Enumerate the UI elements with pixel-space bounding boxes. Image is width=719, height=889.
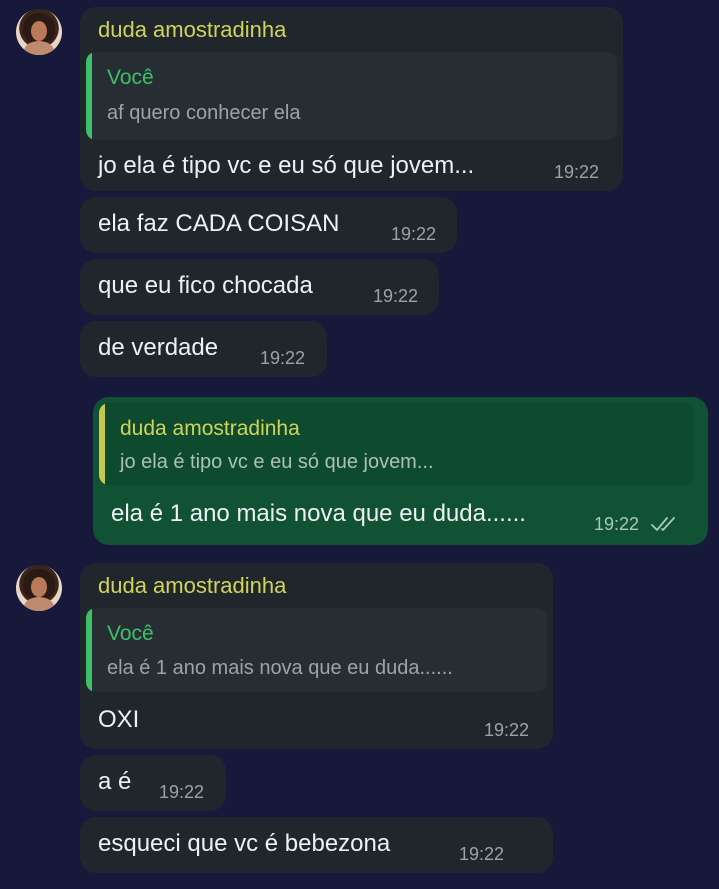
message-bubble-incoming[interactable]: duda amostradinha Você ela é 1 ano mais … [80, 563, 553, 749]
message-text: jo ela é tipo vc e eu só que jovem... [98, 152, 475, 179]
reply-preview[interactable]: Você af quero conhecer ela [86, 52, 617, 140]
message-time: 19:22 [391, 224, 437, 244]
sender-name[interactable]: duda amostradinha [98, 573, 286, 599]
message-bubble-incoming[interactable]: que eu fico chocada 19:22 [80, 259, 439, 315]
reply-bar [86, 608, 92, 692]
reply-sender: duda amostradinha [120, 417, 300, 440]
reply-sender: Você [107, 622, 154, 645]
reply-text: af quero conhecer ela [107, 102, 301, 124]
message-time: 19:22 [484, 720, 530, 740]
reply-preview[interactable]: Você ela é 1 ano mais nova que eu duda..… [86, 608, 547, 692]
avatar-face [31, 21, 47, 41]
sender-name[interactable]: duda amostradinha [98, 17, 286, 43]
reply-bar [99, 403, 105, 485]
message-bubble-incoming[interactable]: a é 19:22 [80, 755, 226, 811]
message-time: 19:22 [373, 286, 419, 306]
message-text: OXI [98, 706, 140, 733]
message-text: esqueci que vc é bebezona [98, 830, 391, 857]
avatar-body [24, 41, 54, 55]
message-time: 19:22 [260, 348, 306, 368]
message-text: que eu fico chocada [98, 272, 313, 299]
avatar-face [31, 577, 47, 597]
message-time: 19:22 [159, 782, 205, 802]
message-text: ela é 1 ano mais nova que eu duda...... [111, 500, 526, 527]
message-bubble-outgoing[interactable]: duda amostradinha jo ela é tipo vc e eu … [93, 397, 708, 545]
read-ticks-icon [651, 517, 675, 531]
contact-avatar[interactable] [16, 9, 62, 55]
contact-avatar[interactable] [16, 565, 62, 611]
message-bubble-incoming[interactable]: ela faz CADA COISAN 19:22 [80, 197, 457, 253]
avatar-body [24, 597, 54, 611]
message-bubble-incoming[interactable]: de verdade 19:22 [80, 321, 327, 377]
reply-text: jo ela é tipo vc e eu só que jovem... [120, 451, 434, 473]
reply-bar [86, 52, 92, 140]
reply-preview[interactable]: duda amostradinha jo ela é tipo vc e eu … [99, 403, 693, 485]
message-time: 19:22 [554, 162, 600, 182]
message-text: de verdade [98, 334, 219, 361]
message-text: ela faz CADA COISAN [98, 210, 340, 237]
message-text: a é [98, 768, 132, 795]
message-time: 19:22 [459, 844, 505, 864]
reply-sender: Você [107, 66, 154, 89]
message-bubble-incoming[interactable]: esqueci que vc é bebezona 19:22 [80, 817, 553, 873]
message-bubble-incoming[interactable]: duda amostradinha Você af quero conhecer… [80, 7, 623, 191]
reply-text: ela é 1 ano mais nova que eu duda...... [107, 657, 453, 679]
message-time: 19:22 [594, 514, 640, 534]
